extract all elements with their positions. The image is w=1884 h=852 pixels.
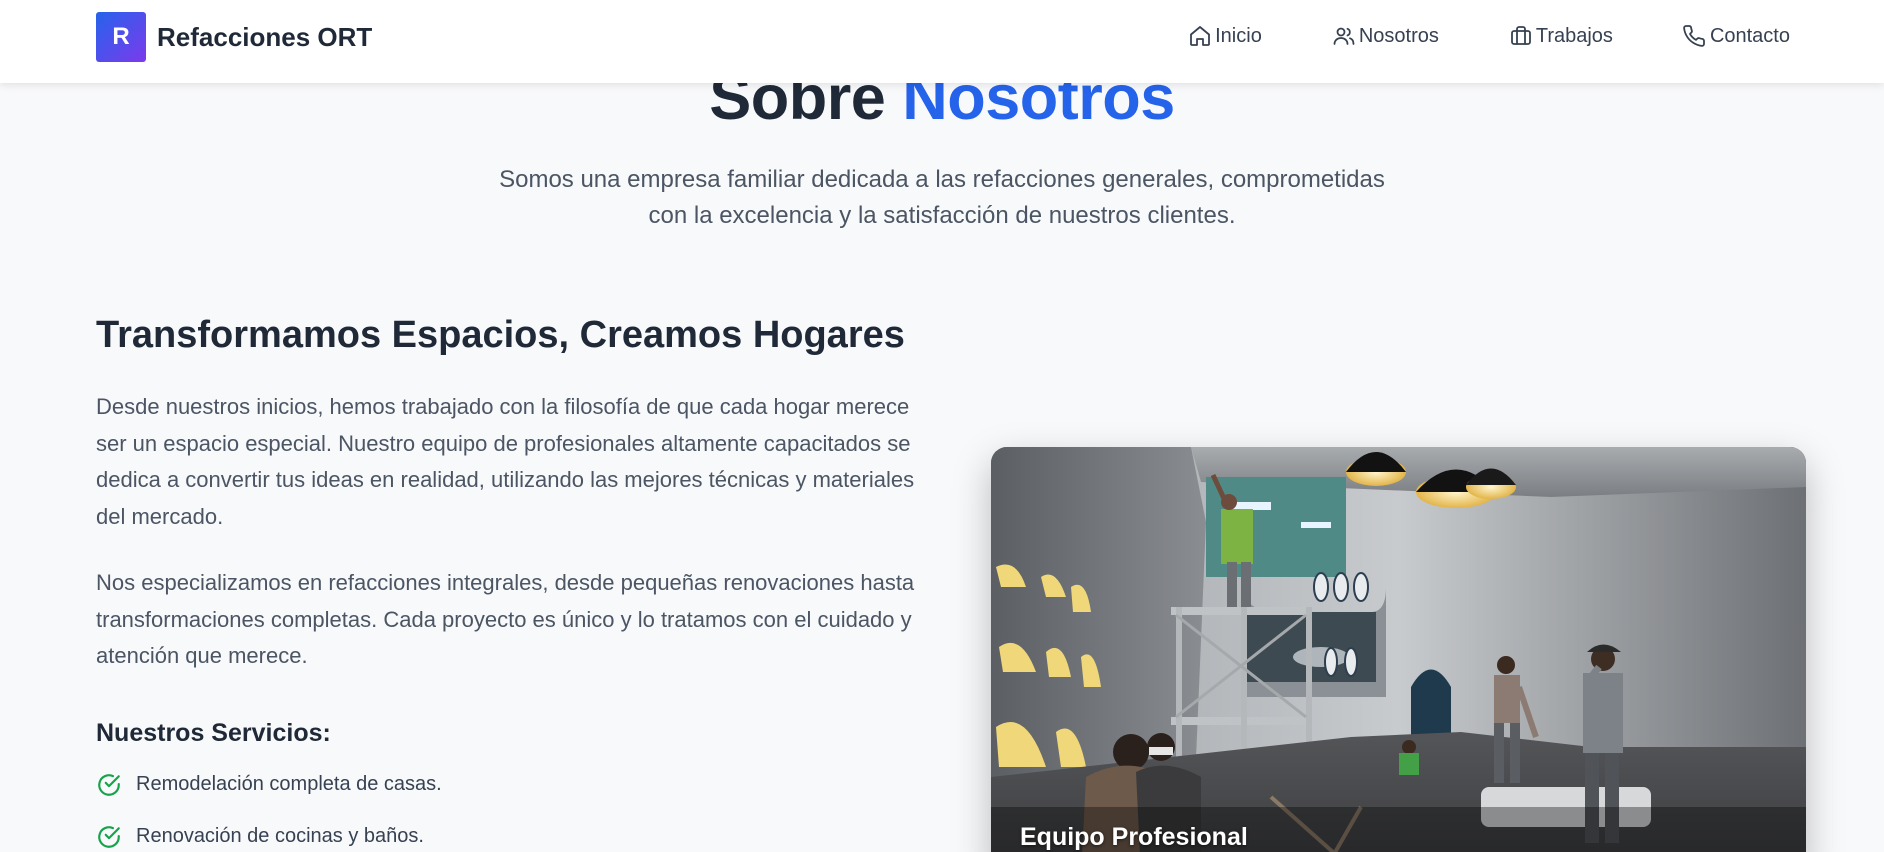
brand-logo[interactable]: R Refacciones ORT (96, 12, 372, 62)
about-heading: Transformamos Espacios, Creamos Hogares (96, 314, 905, 356)
photo-caption: Equipo Profesional (1020, 823, 1248, 851)
nav-item-label: Nosotros (1358, 24, 1439, 47)
service-label: Remodelación completa de casas. (136, 773, 442, 795)
subtitle-line-2: con la excelencia y la satisfacción de n… (648, 202, 1236, 229)
nav-item-inicio[interactable]: Inicio (1188, 24, 1262, 48)
services-heading: Nuestros Servicios: (96, 718, 331, 747)
service-label: Renovación de cocinas y baños. (136, 825, 424, 847)
site-header: R Refacciones ORT Inicio Nosotros Trabaj… (0, 0, 1884, 83)
team-photo (991, 447, 1806, 852)
check-circle-icon (98, 825, 120, 848)
nav-item-label: Trabajos (1535, 24, 1613, 47)
briefcase-icon (1510, 26, 1531, 45)
list-item: Renovación de cocinas y baños. (96, 824, 916, 850)
logo-mark: R (96, 12, 146, 62)
about-text-column: Transformamos Espacios, Creamos Hogares … (96, 311, 916, 852)
nav-item-contacto[interactable]: Contacto (1683, 24, 1790, 48)
nav-item-label: Contacto (1709, 24, 1790, 47)
brand-name: Refacciones ORT (157, 21, 373, 52)
about-paragraph-1: Desde nuestros inicios, hemos trabajado … (96, 394, 915, 529)
subtitle-line-1: Somos una empresa familiar dedicada a la… (499, 166, 1385, 193)
nav-item-label: Inicio (1215, 24, 1262, 47)
users-icon (1333, 27, 1355, 45)
check-circle-icon (98, 773, 120, 796)
nav-item-nosotros[interactable]: Nosotros (1332, 24, 1439, 48)
list-item: Remodelación completa de casas. (96, 772, 916, 798)
services-list: Remodelación completa de casas. Renovaci… (96, 772, 916, 850)
main-nav: Inicio Nosotros Trabajos Contacto (1118, 24, 1790, 48)
phone-icon (1683, 25, 1705, 47)
team-photo-card: Equipo Profesional (991, 447, 1806, 852)
nav-item-trabajos[interactable]: Trabajos (1509, 24, 1613, 48)
section-subtitle: Somos una empresa familiar dedicada a la… (0, 162, 1884, 234)
about-paragraph-2: Nos especializamos en refacciones integr… (96, 570, 915, 668)
home-icon (1190, 26, 1211, 46)
